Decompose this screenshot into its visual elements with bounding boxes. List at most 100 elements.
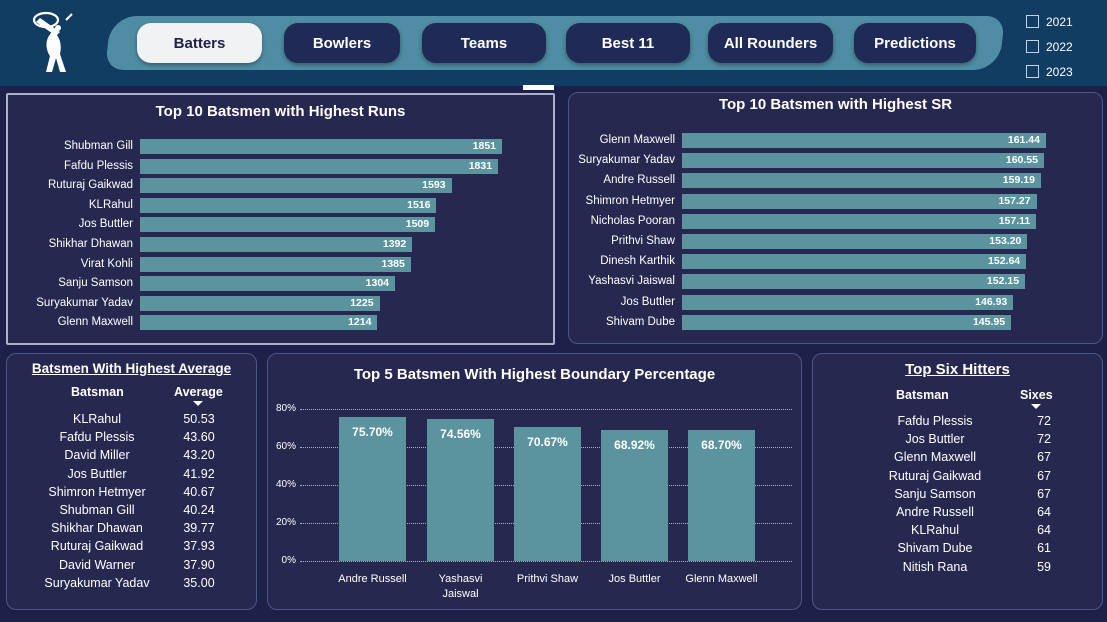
- sixes-value-cell: 67: [1037, 450, 1051, 465]
- sr-value-label: 161.44: [1007, 134, 1040, 146]
- boundary-bar[interactable]: 70.67%: [514, 426, 581, 561]
- tab-batters[interactable]: Batters: [137, 23, 262, 63]
- boundary-bar[interactable]: 74.56%: [427, 419, 494, 561]
- tab-teams[interactable]: Teams: [422, 23, 546, 63]
- runs-bar[interactable]: 1516: [140, 197, 437, 213]
- sr-category-label: Prithvi Shaw: [611, 235, 675, 247]
- runs-category-label: Shubman Gill: [63, 140, 133, 152]
- boundary-bar[interactable]: 68.70%: [688, 430, 755, 561]
- runs-bar[interactable]: 1831: [140, 158, 499, 174]
- average-batsman-cell: Fafdu Plessis: [59, 430, 135, 445]
- sr-category-label: Dinesh Karthik: [600, 255, 675, 268]
- sort-desc-icon: [193, 401, 204, 406]
- runs-bar[interactable]: 1304: [140, 276, 396, 292]
- runs-bar-row: Jos Buttler 1509: [8, 217, 553, 233]
- y-tick-label: 60%: [275, 441, 296, 452]
- sr-category-label: Glenn Maxwell: [599, 134, 675, 146]
- checkbox-icon[interactable]: [1026, 40, 1039, 53]
- runs-bar[interactable]: 1392: [140, 237, 413, 252]
- runs-bar[interactable]: 1225: [140, 295, 380, 311]
- average-batsman-cell: David Warner: [59, 557, 135, 572]
- boundary-bar[interactable]: 75.70%: [339, 417, 406, 561]
- sixes-value-cell: 59: [1037, 559, 1051, 574]
- sr-bar[interactable]: 157.11: [682, 213, 1037, 229]
- runs-bar-row: Fafdu Plessis 1831: [8, 158, 553, 175]
- runs-bar[interactable]: 1851: [140, 139, 502, 154]
- average-panel: Batsmen With Highest Average Batsman Ave…: [6, 353, 257, 610]
- sr-bar-row: Prithvi Shaw 153.20: [569, 234, 1102, 250]
- sixes-value-cell: 64: [1037, 505, 1051, 519]
- sixes-value-cell: 72: [1037, 432, 1051, 447]
- sixes-header-batsman[interactable]: Batsman: [896, 388, 949, 402]
- sixes-title: Top Six Hitters: [905, 361, 1010, 378]
- tab-best-11[interactable]: Best 11: [566, 23, 690, 63]
- runs-bar[interactable]: 1385: [140, 256, 411, 272]
- average-batsman-cell: Suryakumar Yadav: [44, 575, 150, 590]
- year-option-2022[interactable]: 2022: [1026, 34, 1073, 59]
- sixes-header-sixes[interactable]: Sixes: [1020, 388, 1053, 409]
- average-batsman-cell: KLRahul: [73, 412, 121, 426]
- sixes-value-cell: 61: [1037, 541, 1051, 556]
- sr-bar[interactable]: 159.19: [682, 173, 1041, 189]
- average-value-cell: 39.77: [183, 521, 215, 536]
- sr-bar-row: Yashasvi Jaiswal 152.15: [569, 274, 1102, 290]
- sr-value-label: 152.64: [988, 255, 1021, 268]
- sr-bar[interactable]: 145.95: [682, 314, 1012, 330]
- sr-bar[interactable]: 153.20: [682, 234, 1028, 249]
- runs-value-label: 1225: [350, 296, 374, 309]
- year-option-2023[interactable]: 2023: [1026, 59, 1073, 84]
- runs-bar-row: Glenn Maxwell 1214: [8, 315, 553, 331]
- sixes-value-cell: 67: [1037, 486, 1051, 501]
- runs-bar[interactable]: 1593: [140, 178, 452, 194]
- average-value-cell: 35.00: [183, 575, 215, 590]
- sixes-batsman-cell: Sanju Samson: [894, 486, 976, 501]
- sr-category-label: Andre Russell: [603, 174, 675, 187]
- boundary-bar[interactable]: 68.92%: [601, 430, 668, 561]
- runs-value-label: 1214: [348, 316, 372, 329]
- runs-category-label: Suryakumar Yadav: [36, 296, 133, 309]
- sixes-batsman-cell: Andre Russell: [896, 505, 974, 519]
- sixes-batsman-cell: Ruturaj Gaikwad: [888, 468, 982, 483]
- runs-value-label: 1851: [472, 140, 496, 152]
- sixes-header-label: Sixes: [1020, 388, 1053, 402]
- average-header-batsman[interactable]: Batsman: [71, 385, 124, 399]
- runs-bar-row: KLRahul 1516: [8, 197, 553, 214]
- runs-category-label: Fafdu Plessis: [63, 159, 133, 172]
- x-category-line: Yashasvi: [438, 573, 483, 585]
- x-category-line: Jaiswal: [442, 588, 479, 600]
- sr-bar[interactable]: 161.44: [682, 133, 1046, 148]
- sr-bar[interactable]: 157.27: [682, 193, 1037, 209]
- sr-panel: Top 10 Batsmen with Highest SR Glenn Max…: [568, 92, 1103, 344]
- tab-all-rounders[interactable]: All Rounders: [708, 23, 833, 63]
- sr-bar[interactable]: 152.15: [682, 274, 1026, 290]
- boundary-value-label: 74.56%: [440, 427, 481, 442]
- runs-title: Top 10 Batsmen with Highest Runs: [155, 103, 406, 120]
- runs-bar-row: Virat Kohli 1385: [8, 256, 553, 273]
- average-batsman-cell: Shubman Gill: [59, 503, 135, 517]
- sr-bar[interactable]: 146.93: [682, 294, 1014, 310]
- average-value-cell: 41.92: [183, 466, 215, 481]
- average-value-cell: 40.24: [183, 503, 215, 517]
- sixes-panel: Top Six Hitters Batsman Sixes Fafdu Ples…: [812, 353, 1103, 610]
- x-category-line: Glenn Maxwell: [685, 573, 758, 585]
- runs-bar[interactable]: 1509: [140, 217, 436, 233]
- boundary-chart: 80% 60% 40% 20% 0% 75.70% Andre Russell 74.56% Y…: [268, 354, 801, 609]
- runs-bar[interactable]: 1214: [140, 315, 378, 331]
- sixes-batsman-cell: KLRahul: [911, 523, 959, 538]
- gridline: [300, 561, 792, 562]
- sort-desc-icon: [1031, 404, 1042, 409]
- runs-value-label: 1516: [407, 198, 431, 211]
- checkbox-icon[interactable]: [1026, 65, 1039, 78]
- sr-bar-row: Nicholas Pooran 157.11: [569, 213, 1102, 230]
- runs-category-label: Jos Buttler: [78, 218, 133, 231]
- x-category-label: Jos Buttler: [590, 572, 680, 587]
- sixes-value-cell: 67: [1037, 468, 1051, 483]
- sr-bar-row: Andre Russell 159.19: [569, 173, 1102, 189]
- checkbox-icon[interactable]: [1026, 15, 1039, 28]
- sr-bar[interactable]: 152.64: [682, 254, 1027, 270]
- average-header-average[interactable]: Average: [174, 385, 223, 406]
- tab-predictions[interactable]: Predictions: [854, 23, 976, 63]
- tab-bowlers[interactable]: Bowlers: [284, 23, 400, 63]
- year-option-2021[interactable]: 2021: [1026, 9, 1073, 34]
- sr-bar[interactable]: 160.55: [682, 153, 1044, 169]
